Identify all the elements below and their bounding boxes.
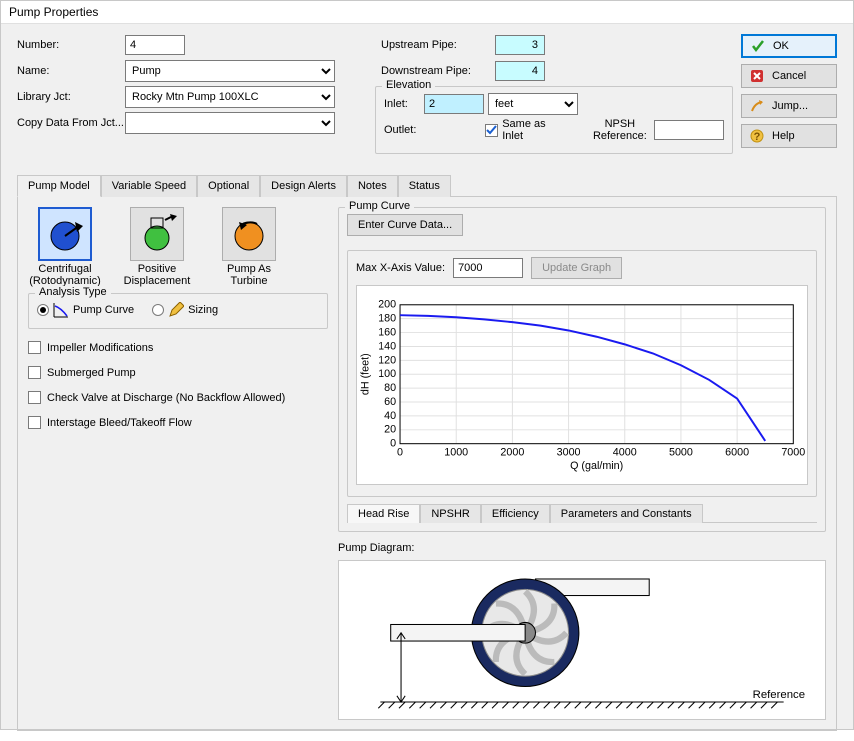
pump-diagram: Reference: [338, 560, 826, 720]
model-turbine[interactable]: Pump As Turbine: [212, 207, 286, 287]
svg-text:60: 60: [384, 396, 396, 408]
check-impeller[interactable]: Impeller Modifications: [28, 341, 328, 354]
curve-icon: [53, 302, 69, 318]
main-tabs: Pump Model Variable Speed Optional Desig…: [17, 174, 837, 197]
ok-button[interactable]: OK: [741, 34, 837, 58]
svg-text:40: 40: [384, 410, 396, 422]
svg-text:20: 20: [384, 424, 396, 436]
svg-text:200: 200: [378, 299, 396, 311]
svg-text:4000: 4000: [613, 446, 637, 458]
svg-text:120: 120: [378, 354, 396, 366]
curve-subtabs: Head Rise NPSHR Efficiency Parameters an…: [347, 503, 817, 523]
turbine-icon: [229, 214, 269, 254]
centrifugal-icon: [45, 214, 85, 254]
pencil-icon: [168, 302, 184, 318]
library-combo[interactable]: Rocky Mtn Pump 100XLC: [125, 86, 335, 108]
svg-text:160: 160: [378, 327, 396, 339]
tab-pump-model[interactable]: Pump Model: [17, 175, 101, 197]
outlet-label: Outlet:: [384, 124, 423, 136]
maxx-input[interactable]: [453, 258, 523, 278]
npsh-label: NPSH Reference:: [586, 118, 654, 142]
svg-text:2000: 2000: [500, 446, 524, 458]
tab-variable-speed[interactable]: Variable Speed: [101, 175, 197, 197]
svg-text:100: 100: [378, 368, 396, 380]
svg-text:0: 0: [397, 446, 403, 458]
enter-curve-button[interactable]: Enter Curve Data...: [347, 214, 463, 236]
svg-text:Q (gal/min): Q (gal/min): [570, 460, 623, 472]
same-as-inlet-check[interactable]: Same as Inlet: [485, 118, 567, 142]
upstream-label: Upstream Pipe:: [375, 39, 495, 51]
svg-text:80: 80: [384, 382, 396, 394]
svg-text:0: 0: [390, 438, 396, 450]
name-combo[interactable]: Pump: [125, 60, 335, 82]
svg-text:?: ?: [754, 131, 761, 143]
analysis-legend: Analysis Type: [35, 286, 111, 298]
svg-text:1000: 1000: [444, 446, 468, 458]
number-label: Number:: [17, 39, 125, 51]
cancel-icon: [750, 69, 764, 83]
model-positive[interactable]: Positive Displacement: [120, 207, 194, 287]
copydata-combo[interactable]: [125, 112, 335, 134]
subtab-efficiency[interactable]: Efficiency: [481, 504, 550, 523]
help-button[interactable]: ? Help: [741, 124, 837, 148]
library-label: Library Jct:: [17, 91, 125, 103]
check-interstage[interactable]: Interstage Bleed/Takeoff Flow: [28, 416, 328, 429]
check-valve[interactable]: Check Valve at Discharge (No Backflow Al…: [28, 391, 328, 404]
pump-curve-chart: 0100020003000400050006000700002040608010…: [356, 285, 808, 485]
svg-text:dH (feet): dH (feet): [360, 353, 372, 395]
copydata-label: Copy Data From Jct...: [17, 117, 125, 129]
number-input[interactable]: [125, 35, 185, 55]
elevation-legend: Elevation: [382, 79, 435, 91]
inlet-unit-combo[interactable]: feet: [488, 93, 578, 115]
tab-optional[interactable]: Optional: [197, 175, 260, 197]
pump-diagram-label: Pump Diagram:: [338, 542, 826, 554]
check-icon: [751, 39, 765, 53]
tab-design-alerts[interactable]: Design Alerts: [260, 175, 347, 197]
maxx-label: Max X-Axis Value:: [356, 262, 445, 274]
upstream-value: 3: [495, 35, 545, 55]
window-title: Pump Properties: [1, 1, 853, 24]
radio-sizing[interactable]: Sizing: [152, 302, 218, 318]
check-submerged[interactable]: Submerged Pump: [28, 366, 328, 379]
radio-pump-curve[interactable]: Pump Curve: [37, 302, 134, 318]
svg-text:180: 180: [378, 313, 396, 325]
positive-icon: [137, 214, 177, 254]
jump-button[interactable]: Jump...: [741, 94, 837, 118]
downstream-value: 4: [495, 61, 545, 81]
svg-text:5000: 5000: [669, 446, 693, 458]
subtab-head-rise[interactable]: Head Rise: [347, 504, 420, 523]
same-as-inlet-label: Same as Inlet: [502, 118, 568, 142]
svg-text:3000: 3000: [557, 446, 581, 458]
inlet-input[interactable]: [424, 94, 484, 114]
svg-text:140: 140: [378, 340, 396, 352]
tab-status[interactable]: Status: [398, 175, 451, 197]
svg-text:7000: 7000: [781, 446, 805, 458]
svg-text:Reference: Reference: [753, 689, 805, 701]
cancel-button[interactable]: Cancel: [741, 64, 837, 88]
update-graph-button[interactable]: Update Graph: [531, 257, 622, 279]
model-centrifugal[interactable]: Centrifugal (Rotodynamic): [28, 207, 102, 287]
help-icon: ?: [750, 129, 764, 143]
npsh-input[interactable]: [654, 120, 724, 140]
subtab-npshr[interactable]: NPSHR: [420, 504, 481, 523]
downstream-label: Downstream Pipe:: [375, 65, 495, 77]
name-label: Name:: [17, 65, 125, 77]
pump-curve-legend: Pump Curve: [345, 200, 414, 212]
subtab-params[interactable]: Parameters and Constants: [550, 504, 703, 523]
jump-icon: [750, 99, 764, 113]
tab-notes[interactable]: Notes: [347, 175, 398, 197]
inlet-label: Inlet:: [384, 98, 424, 110]
svg-text:6000: 6000: [725, 446, 749, 458]
